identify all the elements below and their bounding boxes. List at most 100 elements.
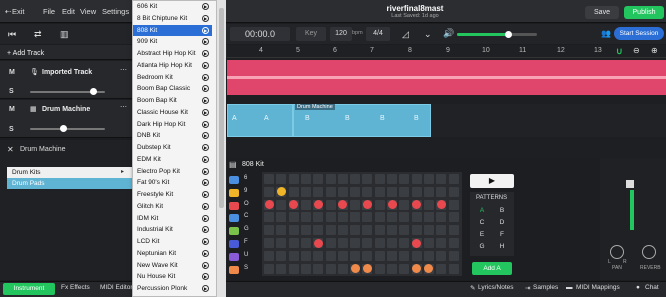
- menu-file[interactable]: File: [43, 7, 55, 16]
- tab-instrument[interactable]: Instrument: [3, 283, 55, 295]
- step-cell[interactable]: [423, 250, 434, 261]
- step-cell[interactable]: [448, 250, 459, 261]
- pattern-b[interactable]: B: [492, 205, 512, 216]
- step-cell[interactable]: [288, 263, 299, 274]
- drum-sound-icon[interactable]: [229, 265, 239, 274]
- step-cell[interactable]: [350, 186, 361, 197]
- step-cell[interactable]: [276, 263, 287, 274]
- play-preview-icon[interactable]: ▶: [202, 50, 209, 57]
- step-cell[interactable]: [288, 212, 299, 223]
- drum-sound-icon[interactable]: [229, 188, 239, 197]
- row-pitch-value[interactable]: 6: [244, 175, 247, 181]
- dropdown-item[interactable]: 808 Kit ▶: [133, 24, 212, 37]
- step-cell[interactable]: [264, 225, 274, 236]
- step-cell[interactable]: [337, 263, 348, 274]
- play-preview-icon[interactable]: ▶: [202, 61, 209, 69]
- play-preview-icon[interactable]: ▶: [202, 238, 209, 245]
- dropdown-item[interactable]: Dubstep Kit ▶: [133, 142, 212, 154]
- step-cell[interactable]: [350, 225, 361, 236]
- dropdown-item[interactable]: Industrial Kit ▶: [133, 224, 212, 236]
- add-track-button[interactable]: + Add Track: [7, 50, 44, 57]
- step-cell[interactable]: [350, 199, 361, 210]
- pattern-e[interactable]: E: [472, 229, 492, 240]
- play-preview-icon[interactable]: ▶: [202, 26, 209, 34]
- samples-button[interactable]: Samples: [533, 284, 558, 291]
- step-cell[interactable]: [264, 263, 274, 274]
- step-grid[interactable]: [262, 172, 462, 276]
- dropdown-item[interactable]: New Wave Kit ▶: [133, 260, 212, 272]
- scrollbar-thumb[interactable]: [219, 8, 224, 208]
- step-cell[interactable]: [300, 263, 311, 274]
- step-cell[interactable]: [387, 250, 397, 261]
- active-step[interactable]: [313, 200, 323, 210]
- step-cell[interactable]: [264, 250, 274, 261]
- key-selector[interactable]: Key: [296, 27, 326, 41]
- reverb-knob[interactable]: [642, 245, 656, 259]
- rewind-icon[interactable]: ⏮: [8, 29, 16, 40]
- play-preview-icon[interactable]: ▶: [202, 120, 209, 128]
- master-volume-knob[interactable]: [505, 31, 512, 38]
- step-cell[interactable]: [337, 186, 348, 197]
- dropdown-item[interactable]: Atlanta Hip Hop Kit ▶: [133, 60, 212, 72]
- play-button[interactable]: ▶: [470, 174, 514, 188]
- dropdown-item[interactable]: Classic House Kit ▶: [133, 107, 212, 119]
- step-cell[interactable]: [362, 225, 373, 236]
- step-cell[interactable]: [300, 238, 311, 248]
- dropdown-item[interactable]: Neptunian Kit ▶: [133, 248, 212, 260]
- drum-kits-row[interactable]: Drum Kits: [7, 167, 135, 178]
- dropdown-item[interactable]: Percussion Plonk ▶: [133, 283, 212, 295]
- step-cell[interactable]: [276, 212, 287, 223]
- mute-button[interactable]: M: [9, 69, 15, 76]
- step-cell[interactable]: [313, 225, 324, 236]
- step-cell[interactable]: [436, 174, 447, 184]
- metronome-icon[interactable]: ◿: [402, 29, 409, 40]
- users-icon[interactable]: 👥: [601, 29, 611, 38]
- midi-mappings-button[interactable]: MIDI Mappings: [576, 284, 620, 291]
- dropdown-item[interactable]: IDM Kit ▶: [133, 213, 212, 225]
- step-cell[interactable]: [399, 199, 410, 210]
- row-pitch-value[interactable]: O: [244, 201, 249, 207]
- active-step[interactable]: [313, 238, 323, 248]
- step-cell[interactable]: [399, 174, 410, 184]
- step-cell[interactable]: [325, 174, 336, 184]
- track-volume-knob[interactable]: [60, 125, 67, 132]
- row-pitch-value[interactable]: U: [244, 252, 248, 258]
- play-preview-icon[interactable]: ▶: [202, 202, 209, 210]
- row-pitch-value[interactable]: G: [244, 226, 249, 232]
- step-cell[interactable]: [362, 212, 373, 223]
- drum-sound-icon[interactable]: [229, 176, 239, 184]
- track-name-drum[interactable]: Drum Machine: [42, 106, 90, 113]
- step-cell[interactable]: [448, 212, 459, 223]
- zoom-in-icon[interactable]: ⊕: [651, 46, 658, 55]
- step-cell[interactable]: [423, 174, 434, 184]
- drum-pads-row[interactable]: Drum Pads: [7, 178, 135, 189]
- active-step[interactable]: [362, 200, 372, 210]
- step-cell[interactable]: [350, 174, 361, 184]
- step-cell[interactable]: [350, 238, 361, 248]
- play-preview-icon[interactable]: ▶: [202, 167, 209, 175]
- step-cell[interactable]: [423, 225, 434, 236]
- active-step[interactable]: [436, 200, 446, 210]
- step-cell[interactable]: [288, 250, 299, 261]
- step-cell[interactable]: [276, 174, 287, 184]
- step-cell[interactable]: [288, 174, 299, 184]
- step-cell[interactable]: [399, 238, 410, 248]
- dropdown-item[interactable]: 606 Kit ▶: [133, 1, 212, 13]
- pattern-c[interactable]: C: [472, 217, 492, 228]
- play-preview-icon[interactable]: ▶: [202, 38, 209, 46]
- start-session-button[interactable]: Start Session: [614, 27, 664, 40]
- step-cell[interactable]: [374, 199, 385, 210]
- dropdown-item[interactable]: Electro Pop Kit ▶: [133, 166, 212, 178]
- dropdown-item[interactable]: Bedroom Kit ▶: [133, 72, 212, 84]
- dropdown-item[interactable]: Abstract Hip Hop Kit ▶: [133, 48, 212, 60]
- step-cell[interactable]: [387, 174, 397, 184]
- pattern-g[interactable]: G: [472, 241, 492, 252]
- step-cell[interactable]: [423, 238, 434, 248]
- solo-button[interactable]: S: [9, 126, 14, 133]
- step-cell[interactable]: [264, 238, 274, 248]
- step-cell[interactable]: [411, 212, 422, 223]
- audio-clip[interactable]: [227, 60, 666, 95]
- step-cell[interactable]: [337, 174, 348, 184]
- drum-sound-icon[interactable]: [229, 252, 239, 261]
- step-cell[interactable]: [264, 174, 274, 184]
